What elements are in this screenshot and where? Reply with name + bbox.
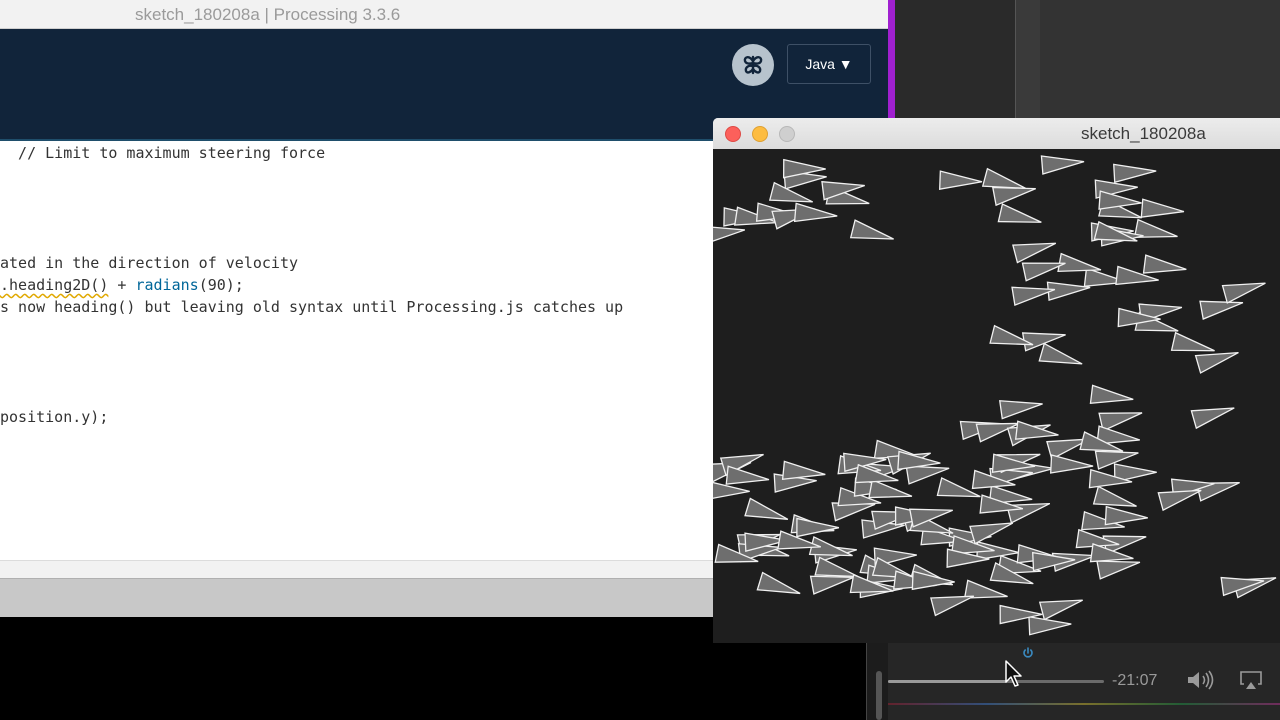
boid [1028, 615, 1072, 636]
zoom-button[interactable] [779, 126, 795, 142]
boid [1113, 163, 1157, 184]
boid [725, 465, 770, 485]
butterfly-icon [743, 55, 763, 75]
boid [1038, 599, 1083, 621]
boid [963, 579, 1008, 599]
boid [1190, 407, 1235, 430]
sketch-window: sketch_180208a [713, 118, 1280, 643]
debug-button[interactable] [732, 44, 774, 86]
boid [939, 170, 983, 190]
code-line: // Limit to maximum steering force [0, 144, 326, 162]
sketch-titlebar[interactable]: sketch_180208a [713, 118, 1280, 150]
boid [1038, 342, 1083, 365]
minimize-button[interactable] [752, 126, 768, 142]
sketch-window-title: sketch_180208a [1081, 124, 1206, 143]
boid [1012, 242, 1057, 264]
boid [1049, 454, 1094, 474]
flocking-boids [713, 155, 1277, 636]
boid [1104, 505, 1148, 526]
background-panel-inner [1040, 0, 1280, 120]
boid [1142, 254, 1187, 274]
boid [1221, 282, 1266, 304]
code-line: .heading2D() + radians(90); [0, 276, 244, 294]
video-controls: -21:07 [888, 643, 1280, 720]
airplay-icon[interactable] [1239, 670, 1263, 690]
video-bottom-strip [888, 703, 1280, 705]
boid [756, 571, 801, 595]
boid [1040, 155, 1085, 175]
power-icon[interactable] [1022, 647, 1034, 659]
code-token-function: radians [135, 276, 199, 294]
video-progress-fill [888, 680, 1007, 683]
boid [796, 517, 840, 538]
boid [969, 522, 1014, 545]
code-line: position.y); [0, 408, 109, 426]
code-token-operator: + [108, 276, 136, 294]
scrollbar-thumb[interactable] [876, 671, 882, 720]
code-token-args: (90); [198, 276, 244, 294]
boid [1133, 218, 1178, 238]
boid [744, 497, 789, 520]
boid [793, 202, 838, 223]
code-line: s now heading() but leaving old syntax u… [0, 298, 624, 316]
mode-selector[interactable]: Java ▼ [787, 44, 871, 84]
ide-titlebar[interactable]: sketch_180208a | Processing 3.3.6 [0, 0, 888, 29]
code-line: ated in the direction of velocity [0, 254, 299, 272]
boid [1098, 412, 1143, 432]
sketch-canvas[interactable] [713, 149, 1280, 643]
volume-icon[interactable] [1186, 670, 1216, 690]
boid [997, 203, 1042, 223]
ide-window-title: sketch_180208a | Processing 3.3.6 [135, 5, 401, 24]
boid [849, 219, 894, 240]
vertical-scrollbar[interactable] [866, 643, 889, 720]
boid [1140, 198, 1185, 218]
boid [1089, 384, 1134, 404]
close-button[interactable] [725, 126, 741, 142]
mouse-cursor-icon [1005, 660, 1022, 687]
time-remaining: -21:07 [1112, 672, 1158, 689]
boid [998, 400, 1043, 420]
code-token-method: .heading2D() [0, 276, 109, 294]
video-progress-track[interactable] [888, 680, 1104, 683]
